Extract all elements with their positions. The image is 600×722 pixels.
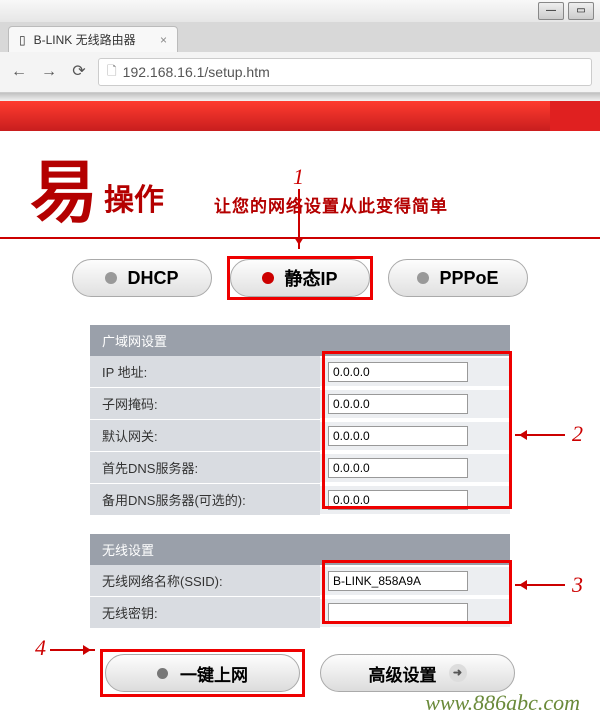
forward-button[interactable]: →	[38, 61, 60, 83]
minimize-button[interactable]: —	[538, 2, 564, 20]
key-input[interactable]	[328, 603, 468, 623]
bottom-buttons: 一键上网 高级设置 ➜	[0, 654, 600, 692]
watermark: www.886abc.com	[425, 690, 580, 716]
static-ip-tab[interactable]: 静态IP	[230, 259, 370, 297]
top-banner	[0, 101, 600, 131]
main-content: 1 DHCP 静态IP PPPoE 广域网设置 IP 地址: 子网掩码: 默认网…	[0, 239, 600, 722]
ip-input[interactable]	[328, 362, 468, 382]
key-row: 无线密钥:	[90, 597, 510, 629]
ssid-input[interactable]	[328, 571, 468, 591]
arrow-icon: ➜	[449, 664, 467, 682]
advanced-settings-label: 高级设置	[369, 661, 437, 686]
reload-button[interactable]: ⟳	[68, 61, 90, 83]
tab-bar: ▯ B-LINK 无线路由器 ×	[0, 22, 600, 52]
gateway-row: 默认网关:	[90, 420, 510, 452]
arrow-3	[515, 584, 565, 586]
ip-label: IP 地址:	[90, 356, 320, 387]
wlan-header: 无线设置	[90, 534, 510, 565]
arrow-1	[298, 189, 300, 249]
mask-label: 子网掩码:	[90, 388, 320, 419]
dot-icon	[157, 668, 168, 679]
dns1-row: 首先DNS服务器:	[90, 452, 510, 484]
tagline: 让您的网络设置从此变得简单	[214, 192, 448, 227]
mask-row: 子网掩码:	[90, 388, 510, 420]
arrow-4	[50, 649, 95, 651]
ip-row: IP 地址:	[90, 356, 510, 388]
page-icon: ▯	[19, 33, 26, 47]
key-label: 无线密钥:	[90, 597, 320, 628]
ssid-label: 无线网络名称(SSID):	[90, 565, 320, 596]
dhcp-tab[interactable]: DHCP	[72, 259, 212, 297]
url-text: 192.168.16.1/setup.htm	[123, 64, 270, 80]
wlan-section: 无线设置 无线网络名称(SSID): 无线密钥:	[90, 534, 510, 629]
annotation-1: 1	[293, 164, 304, 190]
file-icon: 🗋	[107, 62, 117, 83]
dns2-row: 备用DNS服务器(可选的):	[90, 484, 510, 516]
quick-connect-label: 一键上网	[180, 661, 248, 686]
advanced-settings-button[interactable]: 高级设置 ➜	[320, 654, 515, 692]
gateway-label: 默认网关:	[90, 420, 320, 451]
mask-input[interactable]	[328, 394, 468, 414]
dns1-label: 首先DNS服务器:	[90, 452, 320, 483]
wan-section: 广域网设置 IP 地址: 子网掩码: 默认网关: 首先DNS服务器: 备用DNS…	[90, 325, 510, 516]
quick-connect-button[interactable]: 一键上网	[105, 654, 300, 692]
pppoe-label: PPPoE	[439, 268, 498, 289]
gateway-input[interactable]	[328, 426, 468, 446]
radio-icon	[417, 272, 429, 284]
tab-title: B-LINK 无线路由器	[34, 31, 136, 48]
pppoe-tab[interactable]: PPPoE	[388, 259, 528, 297]
ssid-row: 无线网络名称(SSID):	[90, 565, 510, 597]
annotation-4: 4	[35, 635, 46, 661]
annotation-2: 2	[572, 421, 583, 447]
wan-header: 广域网设置	[90, 325, 510, 356]
connection-mode-tabs: DHCP 静态IP PPPoE	[0, 259, 600, 297]
annotation-3: 3	[572, 572, 583, 598]
dns1-input[interactable]	[328, 458, 468, 478]
address-bar: ← → ⟳ 🗋 192.168.16.1/setup.htm	[0, 52, 600, 92]
back-button[interactable]: ←	[8, 61, 30, 83]
static-ip-label: 静态IP	[284, 265, 337, 291]
maximize-button[interactable]: ▭	[568, 2, 594, 20]
dhcp-label: DHCP	[127, 268, 178, 289]
browser-tab[interactable]: ▯ B-LINK 无线路由器 ×	[8, 26, 178, 52]
browser-chrome: — ▭ ▯ B-LINK 无线路由器 × ← → ⟳ 🗋 192.168.16.…	[0, 0, 600, 93]
arrow-2	[515, 434, 565, 436]
dns2-input[interactable]	[328, 490, 468, 510]
radio-icon	[105, 272, 117, 284]
logo-text: 操作	[104, 175, 164, 227]
close-icon[interactable]: ×	[160, 33, 167, 47]
logo-character: 易	[30, 159, 98, 227]
shadow-decoration	[0, 93, 600, 101]
url-input[interactable]: 🗋 192.168.16.1/setup.htm	[98, 58, 592, 86]
logo: 易 操作	[30, 159, 164, 227]
radio-icon	[262, 272, 274, 284]
dns2-label: 备用DNS服务器(可选的):	[90, 484, 320, 515]
window-controls: — ▭	[0, 0, 600, 22]
